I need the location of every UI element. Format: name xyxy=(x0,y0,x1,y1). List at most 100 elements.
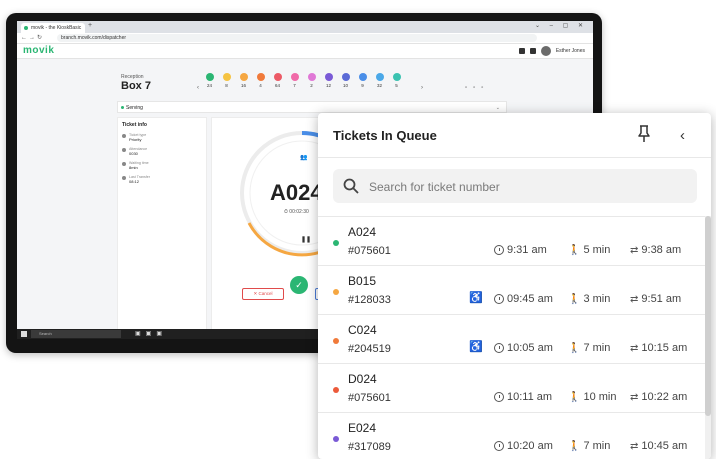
field-icon xyxy=(122,134,126,138)
browser-tab[interactable]: movik - the KioskBasic xyxy=(21,23,85,33)
category-count-value: 8 xyxy=(225,83,228,88)
transfer-time-value: 9:38 am xyxy=(641,244,682,256)
ticket-wait-time: 🚶 5 min xyxy=(568,244,610,256)
window-controls[interactable]: ⌄ – ▢ ✕ xyxy=(535,22,587,29)
ticket-issued-time: 9:31 am xyxy=(494,244,547,256)
service-selector[interactable]: Serving ⌄ xyxy=(117,101,507,113)
category-dot-icon xyxy=(222,73,231,81)
ticket-info-field: Ticket type Priority xyxy=(122,133,202,142)
wait-time-value: 3 min xyxy=(583,293,611,305)
category-count-value: 16 xyxy=(240,83,246,88)
ticket-transfer-time: ⇄ 9:51 am xyxy=(630,293,681,305)
header-actions: Esther Jones xyxy=(518,46,585,56)
ticket-row[interactable]: D024 #075601 10:11 am 🚶 10 min ⇄ 10:22 am xyxy=(318,364,705,413)
search-input[interactable] xyxy=(367,175,691,199)
ticket-code: C024 xyxy=(348,323,377,337)
transfer-time-value: 9:51 am xyxy=(641,293,682,305)
scrollbar-thumb[interactable] xyxy=(705,216,711,416)
category-count[interactable]: 32 xyxy=(373,73,386,88)
browser-nav-icons[interactable]: ←→↻ xyxy=(21,34,44,41)
category-count-value: 32 xyxy=(376,83,382,88)
category-count[interactable]: 10 xyxy=(339,73,352,88)
taskbar-app-icons[interactable]: ▣▣▣ xyxy=(135,330,167,337)
field-value: Priority xyxy=(129,137,142,142)
category-count[interactable]: 7 xyxy=(288,73,301,88)
avatar[interactable] xyxy=(540,46,551,56)
field-icon xyxy=(122,162,126,166)
ticket-transfer-time: ⇄ 10:22 am xyxy=(630,391,687,403)
ticket-category-dot-icon xyxy=(333,240,339,246)
bell-icon[interactable] xyxy=(518,48,525,54)
ticket-row[interactable]: A024 #075601 9:31 am 🚶 5 min ⇄ 9:38 am xyxy=(318,216,705,266)
walking-person-icon: 🚶 xyxy=(568,440,581,452)
wait-time-value: 7 min xyxy=(583,440,611,452)
category-count[interactable]: 2 xyxy=(305,73,318,88)
pause-icon[interactable]: ❚❚ xyxy=(301,236,311,243)
url-field[interactable]: branch.movik.com/dispatcher xyxy=(57,34,537,42)
chevron-left-icon[interactable]: ‹ xyxy=(197,85,199,91)
category-count-value: 12 xyxy=(325,83,331,88)
ticket-transfer-time: ⇄ 10:15 am xyxy=(630,342,687,354)
taskbar-search[interactable]: Search xyxy=(31,330,121,338)
field-icon xyxy=(122,176,126,180)
category-count[interactable]: 16 xyxy=(237,73,250,88)
category-dot-icon xyxy=(205,73,214,81)
ticket-info-field: Attendance 0030 xyxy=(122,147,202,156)
category-count-value: 5 xyxy=(395,83,398,88)
chevron-left-icon[interactable]: ‹ xyxy=(680,127,685,144)
swap-arrows-icon: ⇄ xyxy=(630,391,639,403)
category-dot-icon xyxy=(392,73,401,81)
category-count[interactable]: 4 xyxy=(254,73,267,88)
ticket-row[interactable]: B015 #128033 ♿ 09:45 am 🚶 3 min ⇄ 9:51 am xyxy=(318,266,705,315)
complete-button[interactable]: ✓ xyxy=(290,276,308,294)
ticket-number: #075601 xyxy=(348,245,391,257)
category-count-value: 4 xyxy=(259,83,262,88)
queue-header: Tickets In Queue ‹ xyxy=(318,113,711,158)
wait-time-value: 7 min xyxy=(583,342,611,354)
category-count[interactable]: 12 xyxy=(322,73,335,88)
clock-icon xyxy=(494,392,504,402)
tickets-in-queue-panel: Tickets In Queue ‹ A024#0756019:31 am🚶5 … xyxy=(318,113,711,459)
pin-icon[interactable] xyxy=(637,125,651,143)
category-count[interactable]: 24 xyxy=(203,73,216,88)
tab-favicon-icon xyxy=(24,26,28,30)
category-count[interactable]: 9 xyxy=(356,73,369,88)
grid-icon[interactable] xyxy=(529,48,536,54)
ticket-info-panel: Ticket info Ticket type Priority Attendanc… xyxy=(117,117,207,337)
clock-icon xyxy=(494,343,504,353)
queue-title: Tickets In Queue xyxy=(333,128,437,143)
toolbar-icons[interactable]: ▫▫▫ xyxy=(465,85,489,91)
ticket-wait-time: 🚶 7 min xyxy=(568,342,610,354)
ticket-code: B015 xyxy=(348,274,377,288)
check-icon: ✓ xyxy=(295,280,303,290)
ticket-transfer-time: ⇄ 10:45 am xyxy=(630,440,687,452)
ticket-row[interactable]: E024 #317089 10:20 am 🚶 7 min ⇄ 10:45 am xyxy=(318,413,705,459)
field-value: 0030 xyxy=(129,151,138,156)
service-label: Serving xyxy=(126,105,143,111)
category-count[interactable]: 64 xyxy=(271,73,284,88)
category-count[interactable]: 5 xyxy=(390,73,403,88)
issued-time-value: 09:45 am xyxy=(507,293,553,305)
ticket-timer: ⏱ 00:02:30 xyxy=(284,209,309,215)
ticket-info-title: Ticket info xyxy=(122,122,147,128)
movik-logo: movik xyxy=(23,45,55,56)
category-count-value: 2 xyxy=(310,83,313,88)
ticket-category-dot-icon xyxy=(333,436,339,442)
category-dot-icon xyxy=(290,73,299,81)
category-count[interactable]: 8 xyxy=(220,73,233,88)
ticket-list: A024 #075601 9:31 am 🚶 5 min ⇄ 9:38 am B015 #128… xyxy=(318,216,705,459)
swap-arrows-icon: ⇄ xyxy=(630,440,639,452)
wheelchair-icon: ♿ xyxy=(469,292,483,304)
people-icon: 👥 xyxy=(300,155,308,161)
clock-icon xyxy=(494,441,504,451)
chevron-right-icon[interactable]: › xyxy=(421,85,423,91)
ticket-code: D024 xyxy=(348,372,377,386)
new-tab-icon[interactable]: + xyxy=(88,22,92,29)
cancel-button[interactable]: ✕ Cancel xyxy=(242,288,284,300)
transfer-time-value: 10:15 am xyxy=(641,342,688,354)
ticket-row[interactable]: C024 #204519 ♿ 10:05 am 🚶 7 min ⇄ 10:15 am xyxy=(318,315,705,364)
transfer-time-value: 10:45 am xyxy=(641,440,688,452)
queue-scrollbar[interactable] xyxy=(705,216,711,459)
windows-start-icon[interactable] xyxy=(21,331,27,337)
user-name: Esther Jones xyxy=(555,48,585,54)
